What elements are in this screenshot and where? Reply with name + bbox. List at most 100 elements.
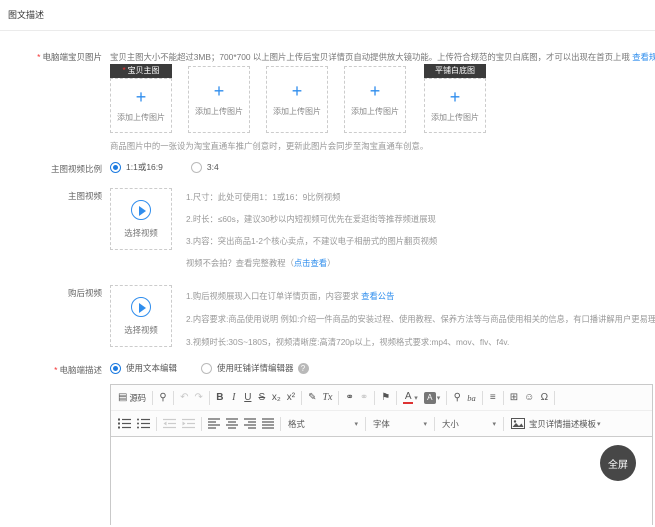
- toolbar-divider: [280, 417, 281, 431]
- view-announcement-link[interactable]: 查看公告: [361, 291, 394, 301]
- superscript-icon[interactable]: x²: [284, 388, 298, 408]
- align-right-icon[interactable]: [241, 414, 259, 434]
- tip-line: 视频不会拍？查看完整教程（点击查看）: [186, 252, 437, 274]
- fullscreen-button[interactable]: 全屏: [600, 445, 636, 481]
- align-justify-icon[interactable]: [259, 414, 277, 434]
- bold-icon[interactable]: B: [213, 388, 227, 408]
- select-video-label: 选择视频: [124, 324, 158, 336]
- toolbar-divider: [152, 391, 153, 405]
- bg-color-button[interactable]: A▾: [421, 388, 444, 408]
- upload-slot-2[interactable]: + 添加上传图片: [188, 66, 250, 133]
- plus-icon: +: [136, 88, 147, 106]
- radio-text-edit-label[interactable]: 使用文本编辑: [126, 362, 177, 374]
- post-video-select[interactable]: 选择视频: [110, 285, 172, 347]
- post-video-tips: 1.购后视频展现入口在订单详情页面，内容要求 查看公告 2.内容要求:商品使用说…: [186, 285, 655, 354]
- radio-wangpu-editor-label[interactable]: 使用旺铺详情编辑器: [217, 362, 294, 374]
- upload-dropzone[interactable]: + 添加上传图片: [266, 66, 328, 133]
- italic-icon[interactable]: I: [227, 388, 241, 408]
- align-center-icon[interactable]: [223, 414, 241, 434]
- find-replace-icon[interactable]: ba: [464, 388, 479, 408]
- chevron-down-icon: ▾: [437, 394, 441, 402]
- text-color-button[interactable]: A▾: [400, 388, 421, 408]
- upload-dropzone[interactable]: + 添加上传图片: [424, 78, 486, 133]
- unlink-icon: ⚭: [357, 388, 371, 408]
- chevron-down-icon: ▾: [354, 420, 358, 428]
- select-video-label: 选择视频: [124, 227, 158, 239]
- strikethrough-icon[interactable]: S: [255, 388, 269, 408]
- title-divider: [0, 30, 655, 31]
- font-dropdown[interactable]: 字体▾: [369, 414, 431, 434]
- radio-ratio-3-4-label[interactable]: 3:4: [207, 162, 219, 172]
- chevron-down-icon: ▾: [597, 420, 601, 428]
- toolbar-divider: [503, 391, 504, 405]
- editor-content-area[interactable]: 全屏: [111, 437, 652, 527]
- editor-toolbar-row2: 1 格式▾ 字体▾ 大小▾ 宝贝详情描述模板▾: [111, 411, 652, 437]
- tip-line: 1.购后视频展现入口在订单详情页面，内容要求 查看公告: [186, 285, 655, 308]
- anchor-flag-icon[interactable]: ⚑: [378, 388, 393, 408]
- upload-slot-main-image[interactable]: *宝贝主图 + 添加上传图片: [110, 64, 172, 133]
- view-spec-link[interactable]: 查看规范: [632, 52, 655, 62]
- radio-wangpu-editor[interactable]: [201, 363, 212, 374]
- template-dropdown[interactable]: 宝贝详情描述模板▾: [511, 418, 601, 430]
- plus-icon: +: [450, 88, 461, 106]
- toolbar-divider: [482, 391, 483, 405]
- ordered-list-icon[interactable]: 1: [115, 414, 134, 434]
- toolbar-divider: [446, 391, 447, 405]
- underline-icon[interactable]: U: [241, 388, 255, 408]
- upload-slot-3[interactable]: + 添加上传图片: [266, 66, 328, 133]
- radio-ratio-1-1-16-9[interactable]: [110, 162, 121, 173]
- plus-icon: +: [370, 82, 381, 100]
- rich-text-editor: ▤源码 ⚲ ↶ ↷ B I U S x₂ x² ✎ Tx ⚭ ⚭ ⚑ A▾ A▾…: [110, 384, 653, 525]
- bullet-list-icon[interactable]: [134, 414, 153, 434]
- required-asterisk: *: [54, 365, 57, 375]
- toolbar-divider: [365, 417, 366, 431]
- toolbar-divider: [201, 417, 202, 431]
- main-video-select[interactable]: 选择视频: [110, 188, 172, 250]
- video-ratio-options: 1:1或16:9 3:4: [110, 161, 219, 173]
- link-icon[interactable]: ⚭: [342, 388, 356, 408]
- toolbar-divider: [338, 391, 339, 405]
- help-icon[interactable]: ?: [298, 363, 309, 374]
- search-icon[interactable]: ⚲: [450, 388, 464, 408]
- format-dropdown[interactable]: 格式▾: [284, 414, 362, 434]
- preview-icon[interactable]: ⚲: [156, 388, 170, 408]
- radio-text-edit[interactable]: [110, 363, 121, 374]
- upload-dropzone[interactable]: + 添加上传图片: [188, 66, 250, 133]
- video-ratio-label: 主图视频比例: [0, 163, 102, 175]
- toolbar-divider: [156, 417, 157, 431]
- white-bg-tab: 平铺白底图: [424, 64, 486, 78]
- play-icon: [131, 297, 151, 317]
- required-asterisk: *: [37, 52, 40, 62]
- table-icon[interactable]: ⊞: [507, 388, 521, 408]
- radio-ratio-3-4[interactable]: [191, 162, 202, 173]
- upload-dropzone[interactable]: + 添加上传图片: [110, 78, 172, 133]
- upload-slot-white-bg[interactable]: 平铺白底图 + 添加上传图片: [424, 64, 486, 133]
- text-color-icon: A: [403, 392, 413, 404]
- tip-line: 2.内容要求:商品使用说明 例如:介绍一件商品的安装过程、使用教程、保养方法等与…: [186, 308, 655, 331]
- desc-mode-options: 使用文本编辑 使用旺铺详情编辑器 ?: [110, 362, 309, 374]
- play-icon: [131, 200, 151, 220]
- desc-mode-label: *电脑端描述: [0, 364, 102, 376]
- remove-format-icon[interactable]: Tx: [319, 388, 335, 408]
- plus-icon: +: [292, 82, 303, 100]
- align-left-icon[interactable]: [205, 414, 223, 434]
- toolbar-divider: [374, 391, 375, 405]
- main-image-tab: *宝贝主图: [110, 64, 172, 78]
- upload-dropzone[interactable]: + 添加上传图片: [344, 66, 406, 133]
- toolbar-divider: [554, 391, 555, 405]
- special-char-icon[interactable]: Ω: [537, 388, 551, 408]
- upload-slot-4[interactable]: + 添加上传图片: [344, 66, 406, 133]
- radio-ratio-1-1-16-9-label[interactable]: 1:1或16:9: [126, 161, 163, 173]
- toolbar-divider: [173, 391, 174, 405]
- upload-slot-label: 添加上传图片: [195, 106, 243, 117]
- redo-icon: ↷: [191, 388, 205, 408]
- page-title: 图文描述: [8, 8, 44, 21]
- undo-icon: ↶: [177, 388, 191, 408]
- click-view-link[interactable]: 点击查看: [294, 258, 327, 268]
- smiley-icon[interactable]: ☺: [521, 388, 537, 408]
- line-height-icon[interactable]: ≡: [486, 388, 500, 408]
- size-dropdown[interactable]: 大小▾: [438, 414, 500, 434]
- subscript-icon[interactable]: x₂: [269, 388, 284, 408]
- source-code-button[interactable]: ▤源码: [115, 388, 149, 408]
- format-painter-icon[interactable]: ✎: [305, 388, 319, 408]
